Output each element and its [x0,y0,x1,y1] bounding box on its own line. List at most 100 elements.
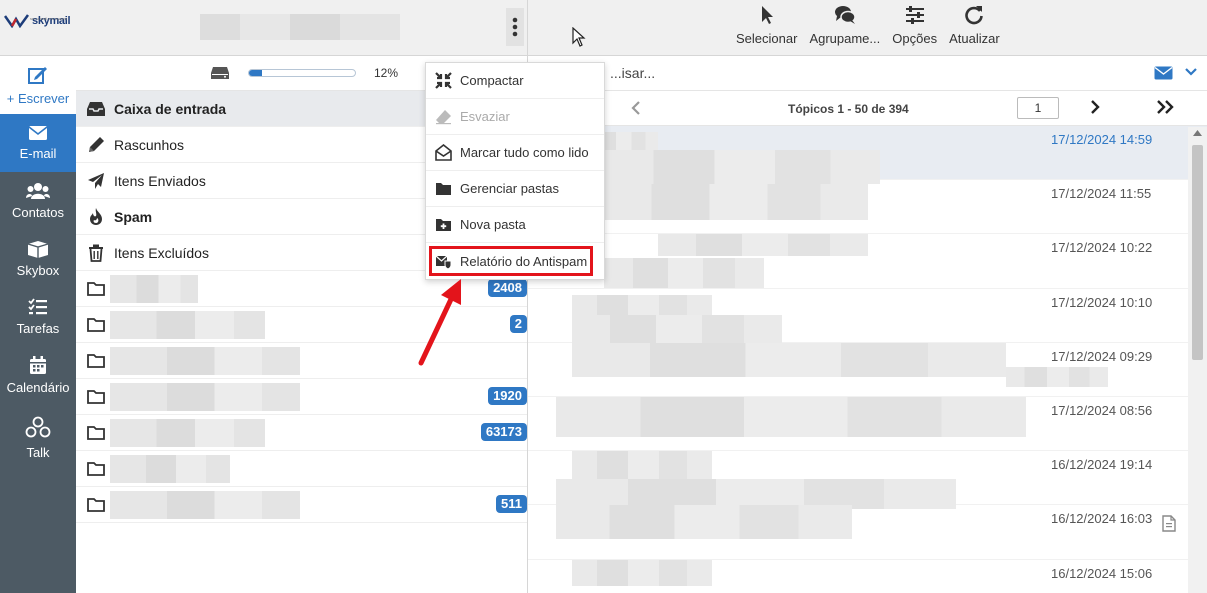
message-blurred [1006,366,1108,387]
folder-outline-icon [86,459,106,479]
chevron-left-icon[interactable] [631,101,641,115]
talk-icon [25,416,51,438]
menu-antispam-report[interactable]: Relatório do Antispam [426,243,604,279]
message-blurred [572,451,712,482]
message-row[interactable]: 17/12/2024 10:10 [528,289,1207,345]
logo-tagline: seu email em nuvem [30,16,67,21]
pagination-bar: Tópicos 1 - 50 de 394 [528,91,1207,126]
nav-skybox-label: Skybox [16,263,60,278]
eraser-icon [436,110,451,125]
folder-name-blurred [110,455,230,483]
message-row[interactable]: 17/12/2024 08:56 [528,396,1207,452]
highlight-box [429,246,593,276]
envelope-icon [28,126,48,140]
folder-sent-label: Itens Enviados [114,172,206,189]
chevron-down-icon[interactable] [1185,68,1197,76]
nav-tasks[interactable]: Tarefas [0,288,76,346]
message-toolbar: Selecionar Agrupame... Opções Atualizar [730,4,1006,46]
message-row[interactable]: 16/12/2024 15:06 [528,559,1207,593]
message-blurred [604,150,880,184]
message-date: 17/12/2024 10:10 [1051,294,1153,310]
account-name-blurred [200,14,400,40]
custom-folder[interactable]: 63173 [76,415,527,451]
inbox-icon [86,99,106,119]
nav-email-label: E-mail [19,146,57,161]
annotation-arrow-icon [418,279,461,366]
contacts-icon [26,183,50,199]
folder-name-blurred [110,347,300,375]
select-label: Selecionar [736,31,798,46]
nav-contacts-label: Contatos [11,205,65,220]
scroll-up-icon[interactable] [1193,130,1202,136]
folder-trash-label: Itens Excluídos [114,244,209,261]
folder-name-blurred [110,491,300,519]
message-panel: ...isar... Tópicos 1 - 50 de 394 17/12/2… [528,56,1207,593]
refresh-button[interactable]: Atualizar [943,4,1006,46]
select-button[interactable]: Selecionar [730,4,803,46]
sliders-icon [905,6,924,24]
menu-compact-label: Compactar [460,73,524,88]
options-label: Opções [892,31,938,46]
quota-fill [249,70,262,76]
folder-name-blurred [110,311,265,339]
nav-skybox[interactable]: Skybox [0,230,76,288]
chevron-right-icon[interactable] [1090,100,1100,114]
message-blurred [572,342,1006,377]
folder-plus-icon [436,219,451,231]
compose-button[interactable]: + Escrever [0,56,76,114]
message-row[interactable]: 16/12/2024 16:03 [528,505,1207,560]
menu-empty[interactable]: Esvaziar [426,99,604,135]
message-date: 17/12/2024 14:59 [1051,132,1153,147]
calendar-icon [30,355,46,374]
folder-outline-icon [86,279,106,299]
top-bar: skymail seu email em nuvem Selecionar Ag… [0,0,1207,56]
skymail-logo-icon [4,14,30,28]
menu-mark-all-read[interactable]: Marcar tudo como lido [426,135,604,171]
folder-options-button[interactable] [506,8,524,46]
message-row[interactable]: 17/12/2024 14:59 [528,126,1207,184]
group-button[interactable]: Agrupame... [803,4,886,46]
message-date: 17/12/2024 10:22 [1051,240,1153,256]
message-row[interactable]: 16/12/2024 19:14 [528,451,1207,510]
unread-badge: 2408 [488,279,527,297]
nav-email[interactable]: E-mail [0,114,76,172]
message-blurred [658,234,868,257]
message-list-scrollbar[interactable] [1188,127,1207,593]
menu-new-folder[interactable]: Nova pasta [426,207,604,243]
menu-compact[interactable]: Compactar [426,63,604,99]
unread-badge: 63173 [480,423,527,441]
message-row[interactable]: 17/12/2024 11:55 [528,180,1207,235]
custom-folder[interactable]: 1920 [76,379,527,415]
custom-folder[interactable] [76,451,527,487]
storage-drive-icon [211,67,229,79]
message-blurred [572,559,712,586]
menu-new-folder-label: Nova pasta [460,217,526,232]
page-number-input[interactable] [1017,97,1059,119]
trash-icon [86,243,106,263]
compose-label: + Escrever [6,90,70,106]
nav-contacts[interactable]: Contatos [0,172,76,230]
search-bar[interactable]: ...isar... [528,56,1207,91]
message-row[interactable]: 17/12/2024 09:29 [528,342,1207,397]
message-row[interactable]: 17/12/2024 10:22 [528,234,1207,289]
skymail-app: skymail seu email em nuvem Selecionar Ag… [0,0,1207,593]
message-blurred [556,396,1026,437]
nav-talk[interactable]: Talk [0,404,76,472]
kebab-icon [512,17,518,37]
scroll-thumb[interactable] [1192,145,1203,360]
message-date: 16/12/2024 15:06 [1051,565,1153,581]
envelope-filter-icon[interactable] [1154,66,1173,80]
folder-outline-icon [86,387,106,407]
folder-outline-icon [86,423,106,443]
menu-manage-folders[interactable]: Gerenciar pastas [426,171,604,207]
nav-calendar[interactable]: Calendário [0,346,76,404]
menu-empty-label: Esvaziar [460,109,510,124]
search-input[interactable]: ...isar... [610,65,655,81]
chat-bubbles-icon [834,6,856,24]
menu-mark-all-read-label: Marcar tudo como lido [460,145,589,160]
custom-folder[interactable]: 511 [76,487,527,523]
double-chevron-right-icon[interactable] [1156,100,1174,114]
message-blurred [604,184,868,221]
folder-drafts-label: Rascunhos [114,136,185,153]
options-button[interactable]: Opções [886,4,943,46]
